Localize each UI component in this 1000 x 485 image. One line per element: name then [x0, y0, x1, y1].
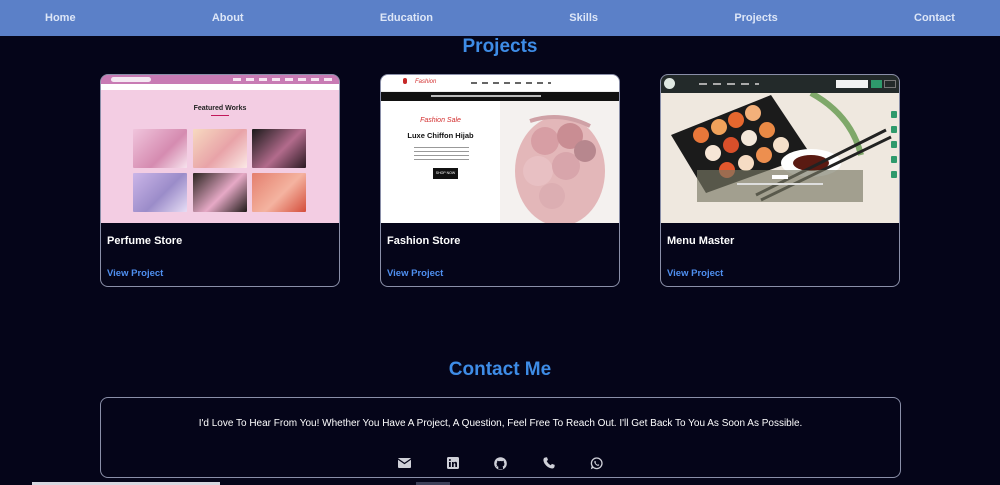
linkedin-icon [891, 171, 897, 178]
project-card-fashion-store: Fashion Fashion Sale Luxe Chiffon Hijab … [380, 74, 620, 287]
linkedin-icon[interactable] [444, 455, 462, 471]
github-icon[interactable] [492, 455, 510, 471]
heart-logo-icon [403, 78, 407, 84]
perfume-store-screenshot: Featured Works [101, 75, 339, 223]
hijab-image [500, 101, 619, 223]
instagram-icon [891, 141, 897, 148]
projects-heading: Projects [462, 36, 538, 57]
logo-icon [664, 78, 675, 89]
nav-skills-link[interactable]: Skills [569, 12, 598, 24]
view-project-link[interactable]: View Project [667, 268, 723, 279]
youtube-icon [891, 156, 897, 163]
contact-icons [101, 455, 900, 471]
nav-home-link[interactable]: Home [45, 12, 76, 24]
twitter-icon [891, 126, 897, 133]
contact-heading: Contact Me [448, 359, 552, 380]
envelope-icon[interactable] [396, 455, 414, 471]
facebook-icon [891, 111, 897, 118]
view-project-link[interactable]: View Project [107, 268, 163, 279]
view-project-link[interactable]: View Project [387, 268, 443, 279]
project-card-perfume-store: Featured Works Perfume Store View Projec… [100, 74, 340, 287]
project-name: Fashion Store [387, 235, 461, 247]
nav-about-link[interactable]: About [212, 12, 244, 24]
featured-works-text: Featured Works [193, 105, 247, 112]
phone-icon[interactable] [540, 455, 558, 471]
fashion-store-screenshot: Fashion Fashion Sale Luxe Chiffon Hijab … [381, 75, 619, 223]
contact-message: I'd Love To Hear From You! Whether You H… [198, 418, 803, 429]
menu-master-screenshot [661, 75, 899, 223]
nav-projects-link[interactable]: Projects [734, 12, 777, 24]
top-navbar: Home About Education Skills Projects Con… [0, 0, 1000, 36]
project-card-menu-master: Menu Master View Project [660, 74, 900, 287]
project-name: Perfume Store [107, 235, 183, 247]
nav-contact-link[interactable]: Contact [914, 12, 955, 24]
project-name: Menu Master [667, 235, 735, 247]
contact-card: I'd Love To Hear From You! Whether You H… [100, 397, 901, 478]
whatsapp-icon[interactable] [588, 455, 606, 471]
nav-education-link[interactable]: Education [380, 12, 433, 24]
